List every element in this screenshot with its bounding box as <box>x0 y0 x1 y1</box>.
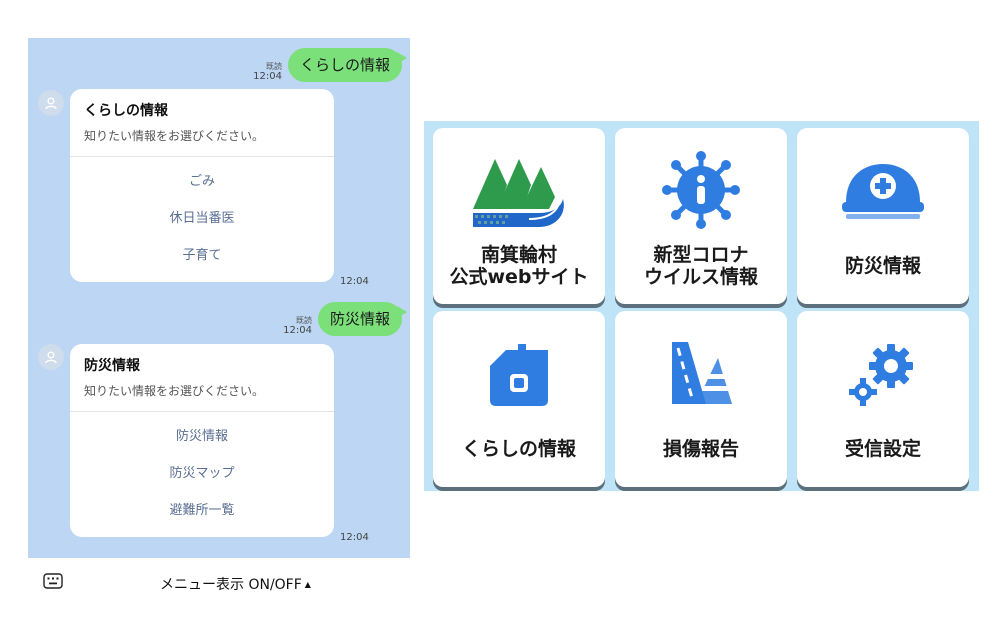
message-time: 12:04 <box>283 324 312 336</box>
menu-tile-living-info[interactable]: くらしの情報 <box>433 311 605 487</box>
outgoing-message: 既読 12:04 くらしの情報 <box>253 48 408 82</box>
message-meta: 既読 12:04 <box>283 316 312 336</box>
menu-tile-disaster-info[interactable]: 防災情報 <box>797 128 969 304</box>
tile-label: 新型コロナ ウイルス情報 <box>643 244 758 288</box>
tile-label: 南箕輪村 公式webサイト <box>449 244 589 288</box>
menu-tile-official-website[interactable]: 南箕輪村 公式webサイト <box>433 128 605 304</box>
card-option-bousai-map[interactable]: 防災マップ <box>70 455 334 492</box>
menu-tile-damage-report[interactable]: 損傷報告 <box>615 311 787 487</box>
message-bubble: くらしの情報 <box>287 48 408 82</box>
menu-tile-receive-settings[interactable]: 受信設定 <box>797 311 969 487</box>
user-icon <box>45 351 57 364</box>
tile-label: 損傷報告 <box>662 438 739 461</box>
gears-icon <box>849 344 913 406</box>
card-option-kosodate[interactable]: 子育て <box>70 237 334 274</box>
road-cone-icon <box>672 342 732 404</box>
tile-label: 受信設定 <box>844 438 921 461</box>
house-icon <box>490 344 548 406</box>
tile-label: 防災情報 <box>844 255 921 278</box>
card-options: ごみ 休日当番医 子育て <box>70 157 334 282</box>
card-option-hinanjo-ichiran[interactable]: 避難所一覧 <box>70 492 334 529</box>
card-subtitle: 知りたい情報をお選びください。 <box>84 384 265 398</box>
card-time: 12:04 <box>340 532 369 543</box>
menu-tile-covid-info[interactable]: 新型コロナ ウイルス情報 <box>615 128 787 304</box>
user-icon <box>45 97 57 110</box>
card-option-kyujitsu-toban-i[interactable]: 休日当番医 <box>70 200 334 237</box>
card-time: 12:04 <box>340 276 369 287</box>
chat-panel[interactable]: 既読 12:04 くらしの情報 くらしの情報 知りたい情報をお選びください。 ご… <box>28 38 410 558</box>
card-option-bousai-jouhou[interactable]: 防災情報 <box>70 418 334 455</box>
message-bubble: 防災情報 <box>317 302 408 336</box>
message-meta: 既読 12:04 <box>253 62 282 82</box>
bot-avatar[interactable] <box>38 90 64 116</box>
helmet-icon <box>842 164 924 219</box>
rich-menu: 南箕輪村 公式webサイト 新型コロナ ウイルス情報 防災情報 くらしの情報 損… <box>424 121 979 491</box>
card-options: 防災情報 防災マップ 避難所一覧 <box>70 412 334 537</box>
card-title: 防災情報 <box>84 358 140 374</box>
card-option-gomi[interactable]: ごみ <box>70 163 334 200</box>
caret-up-icon: ▲ <box>304 579 311 589</box>
keyboard-icon[interactable] <box>43 573 63 589</box>
menu-toggle-button[interactable]: メニュー表示 ON/OFF ▲ <box>160 574 311 594</box>
reply-card-bousai: 防災情報 知りたい情報をお選びください。 防災情報 防災マップ 避難所一覧 <box>70 344 334 537</box>
bot-avatar[interactable] <box>38 344 64 370</box>
card-subtitle: 知りたい情報をお選びください。 <box>84 129 265 143</box>
card-title: くらしの情報 <box>84 103 168 119</box>
card-header: くらしの情報 知りたい情報をお選びください。 <box>70 89 334 157</box>
card-header: 防災情報 知りたい情報をお選びください。 <box>70 344 334 412</box>
menu-toggle-label: メニュー表示 ON/OFF <box>160 577 302 593</box>
reply-card-kurashi: くらしの情報 知りたい情報をお選びください。 ごみ 休日当番医 子育て <box>70 89 334 282</box>
outgoing-message: 既読 12:04 防災情報 <box>283 302 408 336</box>
village-logo-icon <box>473 159 564 227</box>
virus-info-icon <box>662 151 740 229</box>
tile-label: くらしの情報 <box>461 438 576 461</box>
message-time: 12:04 <box>253 70 282 82</box>
